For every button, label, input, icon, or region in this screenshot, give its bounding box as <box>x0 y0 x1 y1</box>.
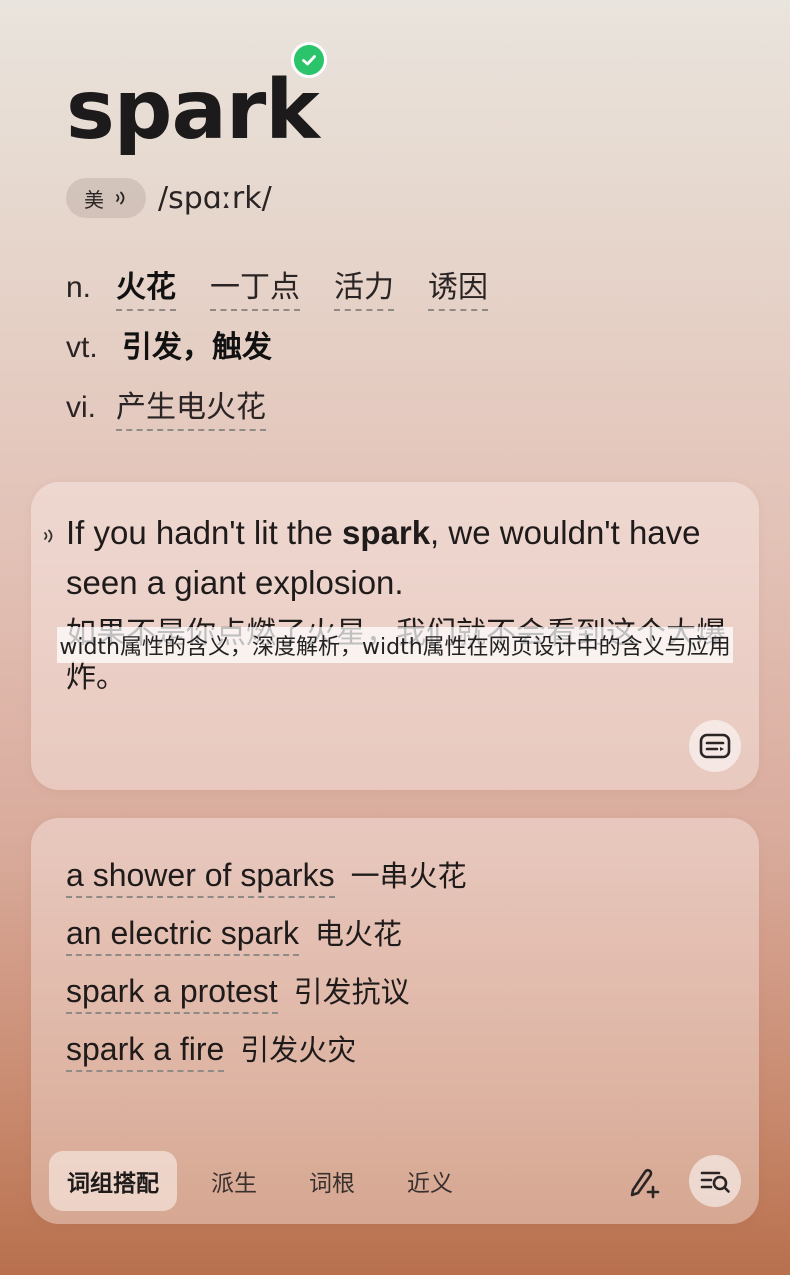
subtitle-icon[interactable] <box>689 720 741 772</box>
meaning-text: 引发，触发 <box>122 330 272 365</box>
caption-text: width属性的含义，深度解析，width属性在网页设计中的含义与应用 <box>57 627 733 663</box>
collocation-zh: 引发抗议 <box>293 975 410 1009</box>
example-text: If you hadn't lit the <box>66 514 342 551</box>
headword: spark <box>66 63 320 158</box>
meaning-link[interactable]: 活力 <box>334 262 394 311</box>
caption-overlay: width属性的含义，深度解析，width属性在网页设计中的含义与应用 <box>0 625 790 665</box>
definition-row: vt. 引发，触发 <box>66 322 306 369</box>
pronunciation-row: 美 /spɑːrk/ <box>66 178 272 218</box>
collocation-zh: 电火花 <box>314 917 402 951</box>
collocation-en: spark a protest <box>66 973 278 1014</box>
example-sentence-en: If you hadn't lit the spark, we wouldn't… <box>66 508 706 608</box>
collocation-item[interactable]: an electric spark 电火花 <box>66 911 402 956</box>
meaning-link[interactable]: 产生电火花 <box>116 382 266 431</box>
collocation-zh: 一串火花 <box>350 859 467 893</box>
pronounce-button[interactable]: 美 <box>66 178 146 218</box>
tab-roots[interactable]: 词根 <box>291 1151 373 1211</box>
tab-bar: 词组搭配 派生 词根 近义 <box>49 1151 487 1211</box>
meaning-link[interactable]: 诱因 <box>428 262 488 311</box>
collocation-item[interactable]: spark a protest 引发抗议 <box>66 969 410 1014</box>
check-circle-icon <box>291 42 327 78</box>
speaker-icon <box>116 191 125 205</box>
definition-row: n. 火花 一丁点 活力 诱因 <box>66 262 522 311</box>
tab-collocations[interactable]: 词组搭配 <box>49 1151 177 1211</box>
example-keyword: spark <box>341 514 431 551</box>
collocation-en: spark a fire <box>66 1031 225 1072</box>
part-of-speech: vi. <box>66 391 96 424</box>
speaker-icon[interactable] <box>42 527 56 550</box>
part-of-speech: vt. <box>66 331 98 364</box>
collocation-item[interactable]: a shower of sparks 一串火花 <box>66 853 467 898</box>
meaning-link[interactable]: 一丁点 <box>210 262 300 311</box>
collocation-en: a shower of sparks <box>66 857 335 898</box>
accent-label: 美 <box>84 187 104 212</box>
collocation-item[interactable]: spark a fire 引发火灾 <box>66 1027 356 1072</box>
phonetic-text: /spɑːrk/ <box>158 180 272 216</box>
definition-row: vi. 产生电火花 <box>66 382 300 431</box>
tab-derivatives[interactable]: 派生 <box>193 1151 275 1211</box>
collocation-en: an electric spark <box>66 915 299 956</box>
tab-synonyms[interactable]: 近义 <box>389 1151 471 1211</box>
meaning-link[interactable]: 火花 <box>116 262 176 311</box>
part-of-speech: n. <box>66 271 92 304</box>
list-search-icon[interactable] <box>689 1155 741 1207</box>
collocation-zh: 引发火灾 <box>240 1033 357 1067</box>
add-note-icon[interactable] <box>628 1166 660 1200</box>
